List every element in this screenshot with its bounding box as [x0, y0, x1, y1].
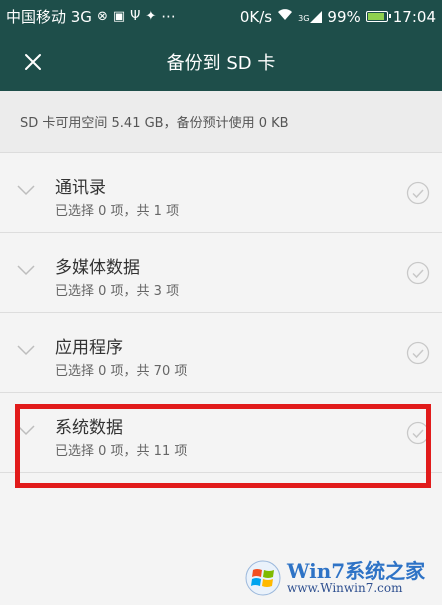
- close-button[interactable]: [18, 47, 48, 77]
- item-subtitle: 已选择 0 项，共 1 项: [55, 204, 180, 219]
- chevron-down-icon[interactable]: [16, 423, 36, 437]
- chevron-down-icon[interactable]: [16, 183, 36, 197]
- item-subtitle: 已选择 0 项，共 70 项: [55, 364, 188, 379]
- list-item-system-data[interactable]: 系统数据 已选择 0 项，共 11 项: [0, 393, 442, 473]
- chevron-down-icon[interactable]: [16, 263, 36, 277]
- item-title: 应用程序: [55, 338, 123, 358]
- watermark: Win7系统之家 www.Winwin7.com: [245, 552, 440, 604]
- signal-indicator: 3G: [298, 10, 323, 23]
- battery-percent: 99%: [327, 7, 361, 26]
- wifi-icon: [277, 8, 293, 25]
- image-notification-icon: ▣: [112, 9, 126, 24]
- status-bar: 中国移动 3G ⊗ ▣ Ψ ✦ ··· 0K/s 3G 99% 17:04: [0, 0, 442, 33]
- status-left: 中国移动 3G ⊗ ▣ Ψ ✦ ···: [6, 6, 240, 27]
- check-circle-icon[interactable]: [406, 261, 430, 285]
- close-icon: [25, 54, 41, 70]
- usb-icon: Ψ: [130, 9, 141, 24]
- list-item-media[interactable]: 多媒体数据 已选择 0 项，共 3 项: [0, 233, 442, 313]
- watermark-brand: Win7系统之家: [287, 559, 426, 584]
- windows-logo-icon: [245, 560, 281, 596]
- title-bar: 备份到 SD 卡: [0, 33, 442, 91]
- carrier-label: 中国移动 3G: [6, 8, 92, 26]
- list-item-apps[interactable]: 应用程序 已选择 0 项，共 70 项: [0, 313, 442, 393]
- storage-info: SD 卡可用空间 5.41 GB，备份预计使用 0 KB: [0, 91, 442, 153]
- data-saver-icon: ⊗: [96, 9, 108, 24]
- app-notification-icon: ✦: [145, 9, 157, 24]
- storage-info-text: SD 卡可用空间 5.41 GB，备份预计使用 0 KB: [20, 116, 289, 131]
- item-subtitle: 已选择 0 项，共 11 项: [55, 444, 188, 459]
- watermark-text: Win7系统之家 www.Winwin7.com: [287, 560, 425, 595]
- watermark-url: www.Winwin7.com: [287, 581, 403, 596]
- status-right: 0K/s 3G 99% 17:04: [240, 8, 436, 26]
- signal-icon: [310, 10, 323, 23]
- item-title: 通讯录: [55, 178, 106, 198]
- chevron-down-icon[interactable]: [16, 343, 36, 357]
- item-subtitle: 已选择 0 项，共 3 项: [55, 284, 180, 299]
- battery-icon: [365, 11, 391, 22]
- page-title: 备份到 SD 卡: [166, 53, 276, 74]
- check-circle-icon[interactable]: [406, 421, 430, 445]
- clock: 17:04: [392, 7, 436, 26]
- net-speed: 0K/s: [239, 7, 273, 26]
- list-item-contacts[interactable]: 通讯录 已选择 0 项，共 1 项: [0, 153, 442, 233]
- backup-category-list: 通讯录 已选择 0 项，共 1 项 多媒体数据 已选择 0 项，共 3 项 应用…: [0, 153, 442, 473]
- check-circle-icon[interactable]: [406, 181, 430, 205]
- item-title: 系统数据: [55, 418, 123, 438]
- network-type-label: 3G: [298, 13, 310, 23]
- more-notifications-dots: ···: [161, 7, 176, 26]
- check-circle-icon[interactable]: [406, 341, 430, 365]
- item-title: 多媒体数据: [55, 258, 140, 278]
